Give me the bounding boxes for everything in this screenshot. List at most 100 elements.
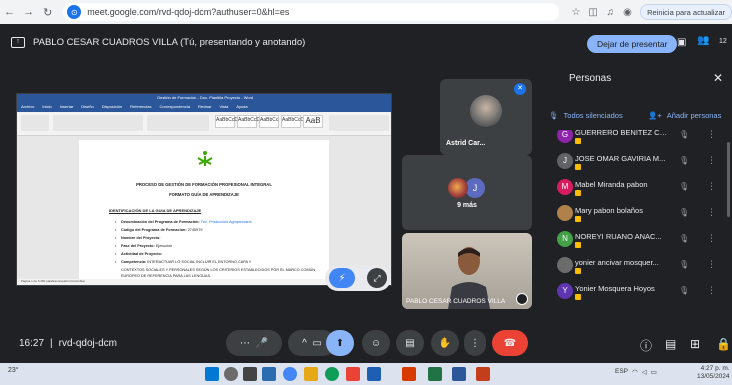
reactions-button[interactable]: ☺ <box>362 330 390 356</box>
participant-row[interactable]: GGUERRERO BENITEZ CHRIS... 🎙 ⋮ <box>541 130 721 150</box>
activities-icon[interactable]: ⊞ <box>690 337 700 351</box>
stop-presenting-button[interactable]: Dejar de presentar <box>587 35 678 53</box>
people-list: GGUERRERO BENITEZ CHRIS...🎙⋮JJOSE OMAR G… <box>541 130 732 325</box>
more-vert-icon[interactable]: ⋮ <box>707 130 716 140</box>
powerpoint-icon[interactable] <box>402 367 416 381</box>
add-people-button[interactable]: 👤+ Añadir personas <box>648 104 721 126</box>
meeting-code: rvd-qdoj-dcm <box>58 338 117 349</box>
mic-off-icon: ✕ <box>514 83 526 95</box>
more-vert-icon[interactable]: ⋮ <box>707 285 716 296</box>
meeting-info: 16:27 | rvd-qdoj-dcm <box>19 338 117 349</box>
bookmark-star-icon[interactable]: ☆ <box>567 7 584 18</box>
person-add-icon: 👤+ <box>648 110 662 120</box>
mic-off-icon[interactable]: 🎙 <box>679 182 689 191</box>
word-canvas: PROCESO DE GESTIÓN DE FORMACIÓN PROFESIO… <box>17 136 391 285</box>
participant-tile[interactable]: ✕ Astrid Car... <box>440 79 532 155</box>
expand-icon[interactable]: ⤢ <box>367 268 387 288</box>
clock[interactable]: 4:27 p. m. 13/05/2024 <box>697 365 730 381</box>
widgets-icon[interactable] <box>262 367 276 381</box>
doc-bullet: Nombre del Proyecto: <box>115 236 161 240</box>
participant-row[interactable]: M Mabel Miranda pabon 🎙 ⋮ <box>541 176 721 202</box>
wifi-icon[interactable]: ◠ <box>632 368 638 376</box>
media-icon[interactable]: ♫ <box>602 7 619 18</box>
edge-icon[interactable] <box>325 367 339 381</box>
present-screen-icon: ↑ <box>11 37 25 48</box>
self-video-tile[interactable]: PABLO CESAR CUADROS VILLA <box>402 233 532 309</box>
leave-call-button[interactable]: ☎ <box>492 330 528 356</box>
site-info-icon[interactable]: ⊙ <box>67 5 82 19</box>
word-tab: Insertar <box>59 104 74 109</box>
word-ribbon: AaBbCcDc AaBbCcDc AaBbCc AaBbCcC AaB <box>17 112 391 136</box>
participant-row[interactable]: J JOSE OMAR GAVIRIA M... 🎙 ⋮ <box>541 150 721 176</box>
avatar <box>557 205 573 221</box>
more-vert-icon[interactable]: ⋮ <box>707 233 716 244</box>
participant-row[interactable]: Mary pabon bolaños 🎙 ⋮ <box>541 202 721 228</box>
app-icon[interactable] <box>346 367 360 381</box>
present-button[interactable]: ⬆ <box>326 330 354 356</box>
info-icon[interactable]: ⓘ <box>640 337 652 354</box>
raise-hand-button[interactable]: ✋ <box>431 330 459 356</box>
mic-button[interactable]: ⋯ 🎤 <box>226 330 282 356</box>
people-icon[interactable]: 👥 <box>697 35 709 46</box>
mic-off-icon[interactable]: 🎙 <box>679 156 689 165</box>
back-icon[interactable]: ← <box>0 6 19 18</box>
avatar: J <box>557 153 573 169</box>
task-view-icon[interactable] <box>243 367 257 381</box>
search-icon[interactable] <box>224 367 238 381</box>
chat-icon[interactable]: ▤ <box>665 337 676 351</box>
chrome-icon[interactable] <box>283 367 297 381</box>
captions-icon: ▤ <box>405 337 415 349</box>
participant-row[interactable]: N NOREYI RUANO ANAC... 🎙 ⋮ <box>541 228 721 254</box>
more-options-icon[interactable] <box>516 293 528 305</box>
mic-off-icon[interactable]: 🎙 <box>679 260 689 269</box>
mic-off-icon[interactable]: 🎙 <box>679 208 689 217</box>
app-icon[interactable] <box>367 367 381 381</box>
doc-bullet: Código del Programa de Formación: 274597… <box>115 228 203 232</box>
close-icon[interactable]: ✕ <box>713 71 723 85</box>
volume-icon[interactable]: ◁ <box>642 368 647 376</box>
more-participants-tile[interactable]: J 9 más <box>402 155 532 230</box>
add-people-label: Añadir personas <box>666 110 722 120</box>
weather-widget[interactable]: 23° <box>8 367 19 374</box>
more-options-button[interactable]: ⋮ <box>464 330 486 356</box>
mic-off-icon[interactable]: 🎙 <box>679 286 689 295</box>
forward-icon[interactable]: → <box>19 6 38 18</box>
camera-icon: ▭ <box>312 337 322 349</box>
font-group <box>53 115 143 131</box>
annotate-pen-icon[interactable]: ⚡ <box>329 268 355 288</box>
address-bar[interactable]: ⊙ meet.google.com/rvd-qdoj-dcm?authuser=… <box>63 3 560 21</box>
participant-row[interactable]: yonier ancivar mosquer... 🎙 ⋮ <box>541 254 721 280</box>
doc-heading: PROCESO DE GESTIÓN DE FORMACIÓN PROFESIO… <box>136 182 272 187</box>
mic-off-icon[interactable]: 🎙 <box>679 234 689 243</box>
word-window-title: Gestión de Formación - Doc. Plantilla Pr… <box>157 95 254 100</box>
more-vert-icon[interactable]: ⋮ <box>707 207 716 218</box>
more-vert-icon[interactable]: ⋮ <box>707 155 716 166</box>
language-indicator[interactable]: ESP <box>615 368 628 376</box>
app-icon[interactable] <box>476 367 490 381</box>
emoji-icon: ☺ <box>370 337 382 349</box>
system-tray: ESP ◠ ◁ ▭ <box>615 368 657 376</box>
mic-off-icon[interactable]: 🎙 <box>679 130 689 139</box>
file-explorer-icon[interactable] <box>304 367 318 381</box>
participant-row[interactable]: Y Yonier Mosquera Hoyos 🎙 ⋮ <box>541 280 721 306</box>
more-vert-icon[interactable]: ⋮ <box>707 259 716 270</box>
avatar: M <box>557 179 573 195</box>
host-controls-icon[interactable]: 🔒 <box>716 337 731 351</box>
profile-icon[interactable]: ◉ <box>619 7 636 18</box>
layout-icon[interactable]: ▣ <box>677 37 691 49</box>
bullet-value: INTERACTUAR LO SOCIAL INCLUIR EL ENTORNO… <box>147 260 252 264</box>
more-vert-icon[interactable]: ⋮ <box>707 181 716 192</box>
captions-button[interactable]: ▤ <box>396 330 424 356</box>
word-tab: Disposición <box>101 104 123 109</box>
scrollbar[interactable] <box>727 142 730 217</box>
more-vert-icon: ⋮ <box>470 337 480 349</box>
excel-icon[interactable] <box>428 367 442 381</box>
word-icon[interactable] <box>452 367 466 381</box>
update-button[interactable]: Reinicia para actualizar <box>640 4 732 20</box>
start-icon[interactable] <box>205 367 219 381</box>
mute-all-button[interactable]: 🎙 Todos silenciados <box>541 104 623 126</box>
extensions-icon[interactable]: ◫ <box>585 7 602 18</box>
reload-icon[interactable]: ↻ <box>38 6 57 19</box>
battery-icon[interactable]: ▭ <box>651 368 657 376</box>
mute-all-label: Todos silenciados <box>563 110 623 120</box>
